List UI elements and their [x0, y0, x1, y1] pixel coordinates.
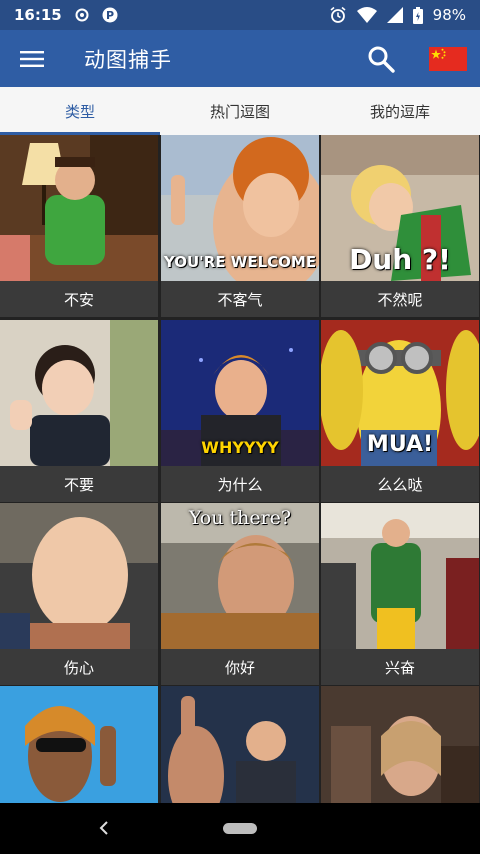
signal-icon: [386, 7, 403, 23]
meme-text: Duh ?!: [349, 243, 451, 276]
category-caption: 不要: [0, 466, 158, 502]
gif-thumbnail: Duh ?!: [321, 135, 479, 281]
p-notification-icon: P: [102, 7, 118, 23]
back-chevron-icon: [99, 821, 108, 835]
category-caption: 不安: [0, 281, 158, 317]
home-pill-icon[interactable]: [223, 823, 257, 834]
tab-hot-memes[interactable]: 热门逗图: [160, 87, 320, 135]
menu-button[interactable]: [0, 30, 64, 87]
gif-thumbnail: MUA!: [321, 320, 479, 466]
category-caption: 伤心: [0, 649, 158, 685]
gif-thumbnail: [0, 320, 158, 466]
category-card[interactable]: [0, 686, 158, 803]
tab-bar: 类型 热门逗图 我的逗库: [0, 87, 480, 135]
category-card-sad[interactable]: 伤心: [0, 503, 158, 685]
category-caption: 兴奋: [321, 649, 479, 685]
status-left: 16:15 P: [14, 6, 118, 24]
tab-my-library[interactable]: 我的逗库: [320, 87, 480, 135]
category-caption: 你好: [161, 649, 319, 685]
meme-text: YOU'RE WELCOME: [163, 253, 317, 271]
gif-thumbnail: [0, 135, 158, 281]
battery-icon: [412, 6, 423, 24]
tab-types[interactable]: 类型: [0, 87, 160, 135]
meme-text: WHYYYY: [201, 438, 279, 457]
hamburger-menu-icon: [20, 50, 44, 67]
wifi-icon: [356, 7, 377, 23]
app-bar: 动图捕手: [0, 30, 480, 87]
gif-thumbnail: [161, 686, 319, 803]
status-right: 98%: [329, 6, 466, 24]
category-card[interactable]: [321, 686, 479, 803]
gif-thumbnail: [0, 686, 158, 803]
category-caption: 不然呢: [321, 281, 479, 317]
gif-thumbnail: YOU'RE WELCOME: [161, 135, 319, 281]
china-flag-icon: [429, 47, 467, 71]
category-caption: 为什么: [161, 466, 319, 502]
battery-percent: 98%: [432, 6, 466, 24]
gif-thumbnail: [321, 686, 479, 803]
status-bar: 16:15 P 98%: [0, 0, 480, 30]
search-icon: [368, 46, 395, 73]
gif-category-grid: 不安 YOU'RE WELCOME 不客气 Duh ?! 不然呢 不要 WHYY…: [0, 135, 480, 803]
search-button[interactable]: [360, 38, 402, 80]
category-caption: 不客气: [161, 281, 319, 317]
language-flag-button[interactable]: [429, 47, 467, 71]
meme-text: MUA!: [366, 432, 434, 457]
category-card-duh[interactable]: Duh ?! 不然呢: [321, 135, 479, 317]
category-card-excited[interactable]: 兴奋: [321, 503, 479, 685]
gif-thumbnail: You there?: [161, 503, 319, 649]
app-title: 动图捕手: [84, 47, 172, 72]
category-caption: 么么哒: [321, 466, 479, 502]
gif-thumbnail: WHYYYY: [161, 320, 319, 466]
svg-text:P: P: [106, 9, 114, 22]
category-card-kiss[interactable]: MUA! 么么哒: [321, 320, 479, 502]
alarm-icon: [329, 6, 347, 24]
meme-text: You there?: [188, 507, 292, 529]
category-card-hello[interactable]: You there? 你好: [161, 503, 319, 685]
category-card-welcome[interactable]: YOU'RE WELCOME 不客气: [161, 135, 319, 317]
gif-thumbnail: [0, 503, 158, 649]
category-card-dont-want[interactable]: 不要: [0, 320, 158, 502]
status-time: 16:15: [14, 6, 62, 24]
gif-thumbnail: [321, 503, 479, 649]
category-card[interactable]: [161, 686, 319, 803]
sync-icon: [74, 7, 90, 23]
system-nav-bar: [0, 803, 480, 854]
category-card-why[interactable]: WHYYYY 为什么: [161, 320, 319, 502]
back-button[interactable]: [92, 816, 116, 840]
category-card-anxious[interactable]: 不安: [0, 135, 158, 317]
